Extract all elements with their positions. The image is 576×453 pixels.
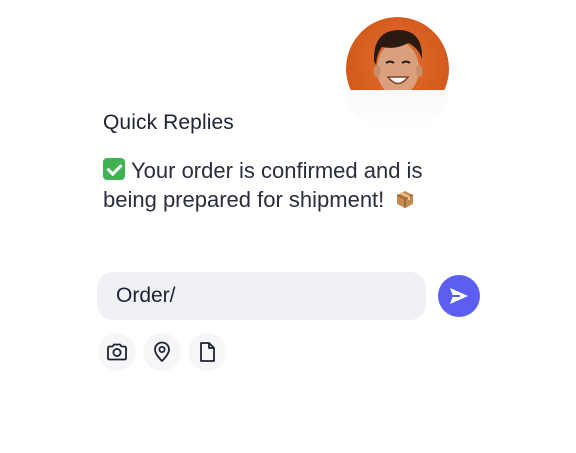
avatar	[346, 17, 449, 90]
camera-button[interactable]	[98, 333, 136, 371]
quick-replies-card: Quick Replies Your order is confirmed an…	[0, 0, 576, 453]
location-pin-icon	[154, 341, 170, 362]
page-title: Quick Replies	[103, 111, 234, 134]
message-input[interactable]: Order/	[97, 272, 426, 320]
location-button[interactable]	[143, 333, 181, 371]
message-input-value: Order/	[116, 284, 176, 307]
document-button[interactable]	[188, 333, 226, 371]
avatar-shadow	[346, 90, 449, 130]
check-mark-icon	[103, 158, 125, 180]
document-icon	[200, 342, 215, 362]
quick-reply-message[interactable]: Your order is confirmed and is being pre…	[103, 156, 463, 217]
send-icon	[450, 288, 468, 304]
package-icon	[394, 188, 416, 217]
camera-icon	[107, 343, 127, 361]
quick-reply-text: Your order is confirmed and is being pre…	[103, 158, 423, 212]
send-button[interactable]	[438, 275, 480, 317]
